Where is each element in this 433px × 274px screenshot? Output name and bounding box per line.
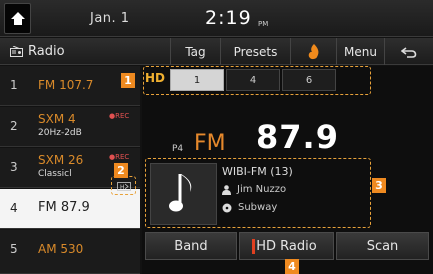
clock-ampm: PM [258, 20, 269, 28]
preset-item-4[interactable]: 4 FM 87.9 [0, 189, 140, 229]
hd-radio-button[interactable]: HD Radio [239, 232, 334, 260]
callout-hd-indicator-outline [111, 176, 136, 195]
preset-station: SXM 4 [38, 112, 76, 126]
preset-number: 4 [10, 201, 18, 215]
presets-button[interactable]: Presets [220, 38, 290, 65]
preset-subtitle: Classicl [38, 169, 72, 179]
rec-badge: ●REC [109, 153, 130, 161]
tag-button[interactable]: Tag [170, 38, 220, 65]
rec-badge: ●REC [109, 112, 130, 120]
back-icon [401, 46, 417, 58]
menu-button[interactable]: Menu [336, 38, 384, 65]
home-icon [11, 12, 25, 25]
menu-bar: Radio Tag Presets Menu [0, 38, 433, 65]
preset-station: SXM 26 [38, 153, 84, 167]
preset-tag: P4 [172, 144, 184, 154]
band-button[interactable]: Band [145, 232, 237, 260]
status-bar: Jan. 1 2:19 PM [0, 0, 433, 37]
callout-badge-4: 4 [285, 259, 299, 274]
siriusxm-icon [308, 43, 318, 59]
back-button[interactable] [384, 38, 433, 65]
callout-badge-1: 1 [121, 73, 135, 88]
preset-station: FM 87.9 [38, 200, 90, 215]
radio-icon [10, 46, 23, 57]
preset-station: AM 530 [38, 242, 84, 256]
hd-radio-label: HD Radio [256, 238, 317, 254]
callout-hd-channels-outline [143, 66, 371, 95]
preset-item-1[interactable]: 1 FM 107.7 [0, 66, 140, 106]
preset-station: FM 107.7 [38, 78, 94, 92]
frequency-display: 87.9 [256, 118, 339, 156]
hd-active-indicator [252, 239, 255, 254]
home-button[interactable] [4, 3, 31, 34]
preset-subtitle: 20Hz-2dB [38, 128, 82, 138]
siriusxm-button[interactable] [290, 38, 336, 65]
clock-time: 2:19 [205, 7, 252, 29]
band-label: FM [194, 131, 226, 156]
date-label: Jan. 1 [90, 11, 130, 26]
preset-number: 1 [10, 78, 18, 92]
callout-badge-2: 2 [114, 163, 128, 178]
preset-number: 2 [10, 119, 18, 133]
preset-item-5[interactable]: 5 AM 530 [0, 230, 140, 274]
callout-info-outline [145, 158, 371, 228]
preset-number: 5 [10, 242, 18, 256]
scan-button[interactable]: Scan [336, 232, 429, 260]
callout-badge-3: 3 [372, 178, 386, 193]
source-title: Radio [10, 44, 65, 59]
radio-screen: Jan. 1 2:19 PM Radio Tag Presets Menu 1 … [0, 0, 433, 274]
preset-item-2[interactable]: 2 SXM 4 20Hz-2dB ●REC [0, 107, 140, 147]
preset-number: 3 [10, 160, 18, 174]
source-label: Radio [28, 44, 65, 59]
